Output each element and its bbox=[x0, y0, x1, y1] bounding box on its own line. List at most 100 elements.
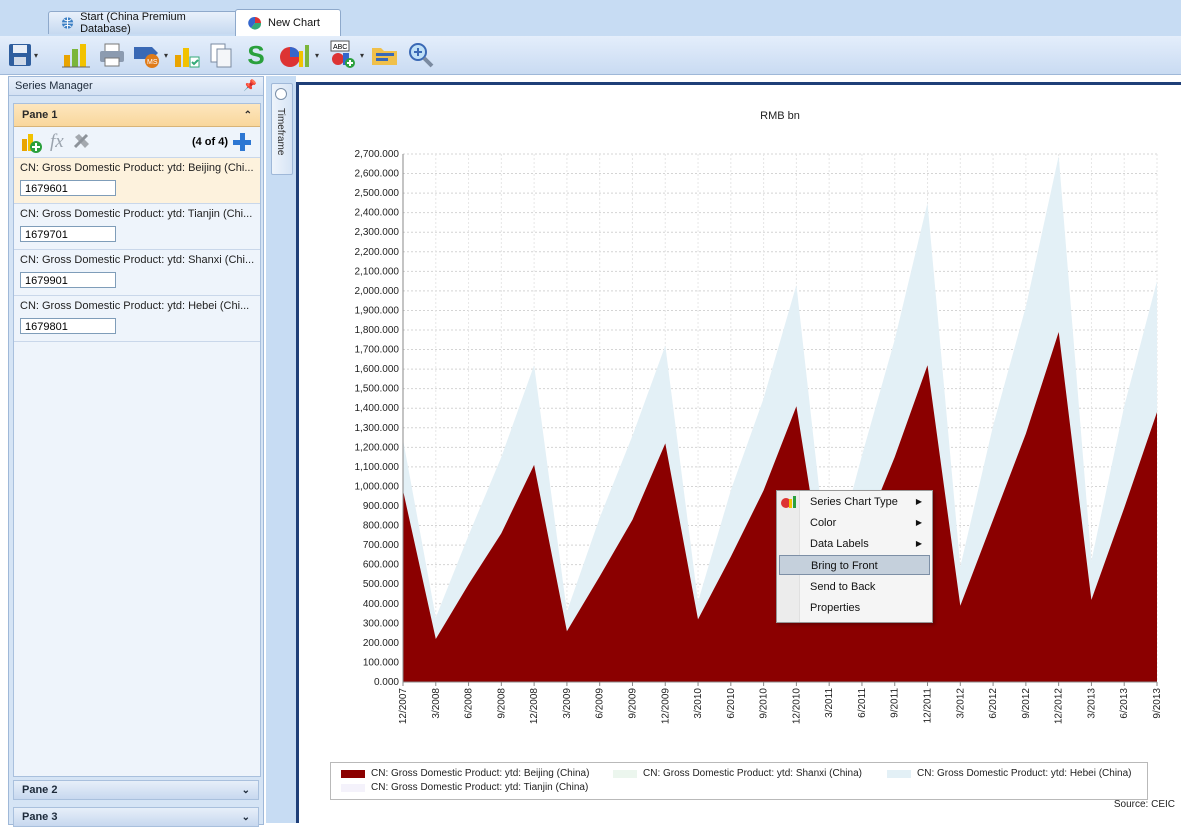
dropdown-arrow-icon[interactable]: ▾ bbox=[315, 51, 319, 60]
legend-item-hebei[interactable]: CN: Gross Domestic Product: ytd: Hebei (… bbox=[887, 768, 1132, 779]
copy-button[interactable] bbox=[206, 40, 236, 70]
menu-item-series-chart-type[interactable]: Series Chart Type ▶ bbox=[779, 492, 930, 512]
print-button[interactable] bbox=[96, 40, 128, 70]
chart-icon bbox=[248, 16, 262, 30]
series-manager-header: Series Manager 📌 bbox=[9, 77, 263, 96]
series-item[interactable]: CN: Gross Domestic Product: ytd: Hebei (… bbox=[14, 295, 260, 342]
save-button[interactable]: ▾ bbox=[6, 40, 40, 70]
menu-item-label: Send to Back bbox=[810, 581, 876, 593]
pane-1-label: Pane 1 bbox=[22, 109, 58, 121]
y-tick-label: 200.000 bbox=[363, 638, 400, 649]
y-tick-label: 2,400.000 bbox=[355, 208, 400, 219]
x-tick-label: 6/2009 bbox=[595, 688, 606, 719]
timeframe-tab[interactable]: Timeframe bbox=[271, 83, 293, 175]
menu-item-label: Color bbox=[810, 517, 837, 529]
label-add-icon: ABC bbox=[330, 40, 355, 68]
y-tick-label: 2,100.000 bbox=[355, 266, 400, 277]
y-tick-label: 1,000.000 bbox=[355, 481, 400, 492]
legend-item-beijing[interactable]: CN: Gross Domestic Product: ytd: Beijing… bbox=[341, 768, 589, 779]
zoom-button[interactable] bbox=[404, 40, 438, 70]
pane-2-header[interactable]: Pane 2 ⌄ bbox=[13, 780, 259, 800]
chart-title: RMB bn bbox=[760, 110, 800, 122]
y-tick-label: 1,700.000 bbox=[355, 345, 400, 356]
add-label-button[interactable]: ABC ▾ bbox=[328, 40, 364, 70]
folder-export-button[interactable] bbox=[368, 40, 402, 70]
chart-wizard-button[interactable] bbox=[58, 40, 94, 70]
area-chart[interactable]: RMB bn 0.000 100.000 200.000 300.000 400.000 5… bbox=[299, 85, 1181, 823]
submenu-arrow-icon: ▶ bbox=[915, 518, 922, 527]
y-tick-label: 1,500.000 bbox=[355, 384, 400, 395]
toolbar: ▾ MS ▾ S ▾ ABC ▾ bbox=[0, 36, 1181, 75]
menu-item-bring-to-front[interactable]: Bring to Front bbox=[779, 555, 930, 575]
legend-label: CN: Gross Domestic Product: ytd: Shanxi … bbox=[643, 768, 862, 779]
series-code-field[interactable]: 1679901 bbox=[20, 272, 116, 288]
series-code-field[interactable]: 1679801 bbox=[20, 318, 116, 334]
pane-3-header[interactable]: Pane 3 ⌄ bbox=[13, 807, 259, 827]
dropdown-arrow-icon[interactable]: ▾ bbox=[34, 51, 38, 60]
chart-type-button[interactable]: ▾ bbox=[276, 40, 322, 70]
series-code-field[interactable]: 1679601 bbox=[20, 180, 116, 196]
menu-item-label: Data Labels bbox=[810, 538, 869, 550]
y-tick-label: 500.000 bbox=[363, 579, 400, 590]
chart-data-icon bbox=[175, 48, 200, 68]
series-name: CN: Gross Domestic Product: ytd: Tianjin… bbox=[20, 208, 253, 220]
x-tick-label: 3/2011 bbox=[824, 688, 835, 718]
y-tick-label: 2,000.000 bbox=[355, 286, 400, 297]
add-series-icon[interactable] bbox=[20, 131, 44, 153]
tab-label: New Chart bbox=[268, 17, 320, 29]
legend-item-tianjin[interactable]: CN: Gross Domestic Product: ytd: Tianjin… bbox=[341, 782, 588, 793]
expand-icon[interactable]: ⌄ bbox=[242, 812, 250, 823]
database-globe-icon bbox=[61, 17, 74, 29]
legend-swatch bbox=[341, 769, 365, 778]
series-code-field[interactable]: 1679701 bbox=[20, 226, 116, 242]
chart-legend[interactable]: CN: Gross Domestic Product: ytd: Beijing… bbox=[330, 762, 1148, 800]
chart-wizard-icon bbox=[62, 44, 90, 68]
chart-data-button[interactable] bbox=[170, 40, 202, 70]
x-tick-label: 9/2012 bbox=[1021, 688, 1032, 719]
tab-new-chart[interactable]: New Chart bbox=[235, 9, 341, 36]
series-name: CN: Gross Domestic Product: ytd: Hebei (… bbox=[20, 300, 250, 312]
y-tick-label: 100.000 bbox=[363, 657, 400, 668]
legend-item-shanxi[interactable]: CN: Gross Domestic Product: ytd: Shanxi … bbox=[613, 768, 862, 779]
chart-type-icon bbox=[279, 45, 309, 67]
timeframe-label: Timeframe bbox=[275, 108, 286, 156]
y-tick-label: 900.000 bbox=[363, 501, 400, 512]
collapse-icon[interactable]: ⌃ bbox=[244, 110, 252, 121]
currency-button[interactable]: S bbox=[242, 40, 270, 70]
series-manager-panel: Series Manager 📌 Pane 1 ⌃ fx (4 of 4) CN… bbox=[8, 76, 264, 827]
series-name: CN: Gross Domestic Product: ytd: Shanxi … bbox=[20, 254, 254, 266]
dropdown-arrow-icon[interactable]: ▾ bbox=[164, 51, 168, 60]
menu-item-send-to-back[interactable]: Send to Back bbox=[779, 577, 930, 597]
y-tick-label: 2,200.000 bbox=[355, 247, 400, 258]
series-item[interactable]: CN: Gross Domestic Product: ytd: Beijing… bbox=[14, 157, 260, 203]
save-icon bbox=[8, 44, 31, 66]
pane-3-label: Pane 3 bbox=[22, 811, 58, 823]
formula-icon[interactable]: fx bbox=[50, 131, 64, 153]
series-item[interactable]: CN: Gross Domestic Product: ytd: Tianjin… bbox=[14, 203, 260, 249]
add-plus-icon[interactable] bbox=[232, 132, 252, 152]
source-note: Source: CEIC bbox=[1113, 799, 1175, 810]
folder-export-icon bbox=[372, 48, 397, 65]
pin-icon[interactable]: 📌 bbox=[243, 77, 257, 95]
export-excel-button[interactable]: MS ▾ bbox=[130, 40, 170, 70]
x-tick-label: 6/2008 bbox=[464, 688, 475, 719]
x-tick-label: 9/2010 bbox=[759, 688, 770, 719]
menu-item-properties[interactable]: Properties bbox=[779, 598, 930, 618]
context-menu: Series Chart Type ▶ Color ▶ Data Labels … bbox=[776, 490, 933, 623]
dropdown-arrow-icon[interactable]: ▾ bbox=[360, 51, 364, 60]
menu-item-data-labels[interactable]: Data Labels ▶ bbox=[779, 534, 930, 554]
copy-icon bbox=[210, 43, 232, 68]
remove-series-icon[interactable] bbox=[72, 132, 92, 152]
x-tick-label: 12/2008 bbox=[529, 688, 540, 725]
tab-start-china-premium-database[interactable]: Start (China Premium Database) bbox=[48, 11, 242, 35]
menu-item-label: Properties bbox=[810, 602, 861, 614]
y-tick-label: 600.000 bbox=[363, 560, 400, 571]
series-item[interactable]: CN: Gross Domestic Product: ytd: Shanxi … bbox=[14, 249, 260, 295]
pane-1-header[interactable]: Pane 1 ⌃ bbox=[14, 104, 260, 127]
expand-icon[interactable]: ⌄ bbox=[242, 785, 250, 796]
y-tick-label: 1,800.000 bbox=[355, 325, 400, 336]
y-tick-label: 1,100.000 bbox=[355, 462, 400, 473]
x-tick-label: 6/2013 bbox=[1119, 688, 1130, 719]
svg-text:ABC: ABC bbox=[333, 44, 347, 51]
menu-item-color[interactable]: Color ▶ bbox=[779, 513, 930, 533]
